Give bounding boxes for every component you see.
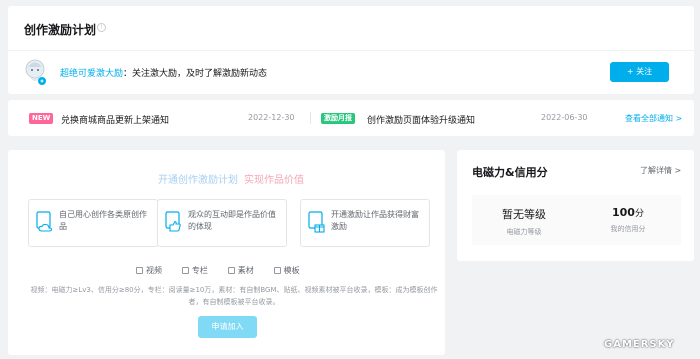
promo-description: ：关注激大励，及时了解激励新动态 [123,69,268,79]
join-headline: 开通创作激励计划 实现作品价值 [158,171,304,186]
notice-separator [310,112,311,124]
info-icon[interactable]: ! [97,23,106,32]
notice-link[interactable]: 创作激励页面体验升级通知 [367,113,475,126]
credit-score-unit: 分 [634,209,644,219]
credit-score-stat: 100分 我的信用分 [576,206,680,234]
checkbox-icon [181,267,189,274]
category-label: 素材 [237,266,254,275]
feature-text: 开通激励让作品获得财富激励 [331,210,419,231]
notice-tag-new: NEW [29,113,54,124]
thumbs-up-icon [165,211,181,232]
avatar[interactable] [24,58,48,86]
headline-text: 开通创作激励计划 [158,175,238,186]
notice-bar: NEW 兑换商城商品更新上架通知 2022-12-30 激励月报 创作激励页面体… [8,100,694,136]
divider [8,50,694,51]
credit-panel: 电磁力&信用分 了解详情 > 暂无等级 电磁力等级 100分 我的信用分 [457,150,694,261]
notice-date: 2022-06-30 [541,113,588,122]
category-checkboxes: 视频 专栏 素材 模板 [136,265,317,276]
category-checkbox-column[interactable]: 专栏 [181,265,208,276]
power-level-stat: 暂无等级 电磁力等级 [472,206,576,237]
category-label: 视频 [146,266,162,275]
learn-more-link[interactable]: 了解详情 > [640,165,681,176]
watermark: GAMERSKY [604,339,675,350]
cloud-upload-icon [36,211,53,232]
power-level-label: 电磁力等级 [506,228,542,236]
promo-text: 超绝可爱激大励：关注激大励，及时了解激励新动态 [60,66,267,79]
feature-text: 观众的互动即是作品价值的体现 [188,210,276,231]
page-title: 创作激励计划 [24,23,97,37]
credit-title: 电磁力&信用分 [472,166,548,179]
category-checkbox-template[interactable]: 模板 [273,265,300,276]
credit-stats: 暂无等级 电磁力等级 100分 我的信用分 [472,195,681,245]
checkbox-icon [227,267,235,274]
credit-score-number: 100 [612,206,635,219]
category-label: 专栏 [191,266,208,275]
apply-button[interactable]: 申请加入 [198,316,257,338]
join-incentive-panel: 开通创作激励计划 实现作品价值 自己用心创作各类原创作品 观众的互动即是作品价值的… [8,150,445,355]
category-checkbox-material[interactable]: 素材 [227,265,254,276]
feature-card-reward: 开通激励让作品获得财富激励 [300,199,430,247]
gift-icon [308,211,325,233]
view-all-notices-link[interactable]: 查看全部通知 > [625,113,682,124]
power-level-value: 暂无等级 [502,208,546,221]
feature-card-create: 自己用心创作各类原创作品 [28,199,158,247]
notice-date: 2022-12-30 [248,113,295,122]
category-label: 模板 [283,266,300,275]
credit-score-value: 100分 [576,206,680,219]
checkbox-icon [273,267,281,274]
requirements-text: 视频：电磁力≥Lv3、信用分≥80分，专栏：阅读量≥10万，素材：有自制BGM、… [30,286,438,306]
checkbox-icon [136,267,143,274]
feature-card-interact: 观众的互动即是作品价值的体现 [157,199,287,247]
feature-text: 自己用心创作各类原创作品 [59,210,147,231]
headline-highlight: 实现作品价值 [244,175,304,186]
promo-account-name[interactable]: 超绝可爱激大励 [60,69,123,79]
follow-button[interactable]: + 关注 [610,62,669,82]
notice-tag-monthly: 激励月报 [321,113,355,124]
category-checkbox-video[interactable]: 视频 [136,265,162,276]
notice-link[interactable]: 兑换商城商品更新上架通知 [61,113,169,126]
credit-score-label: 我的信用分 [610,225,646,233]
incentive-header-card: 创作激励计划 ! 超绝可爱激大励：关注激大励，及时了解激励新动态 + 关注 [8,6,694,94]
